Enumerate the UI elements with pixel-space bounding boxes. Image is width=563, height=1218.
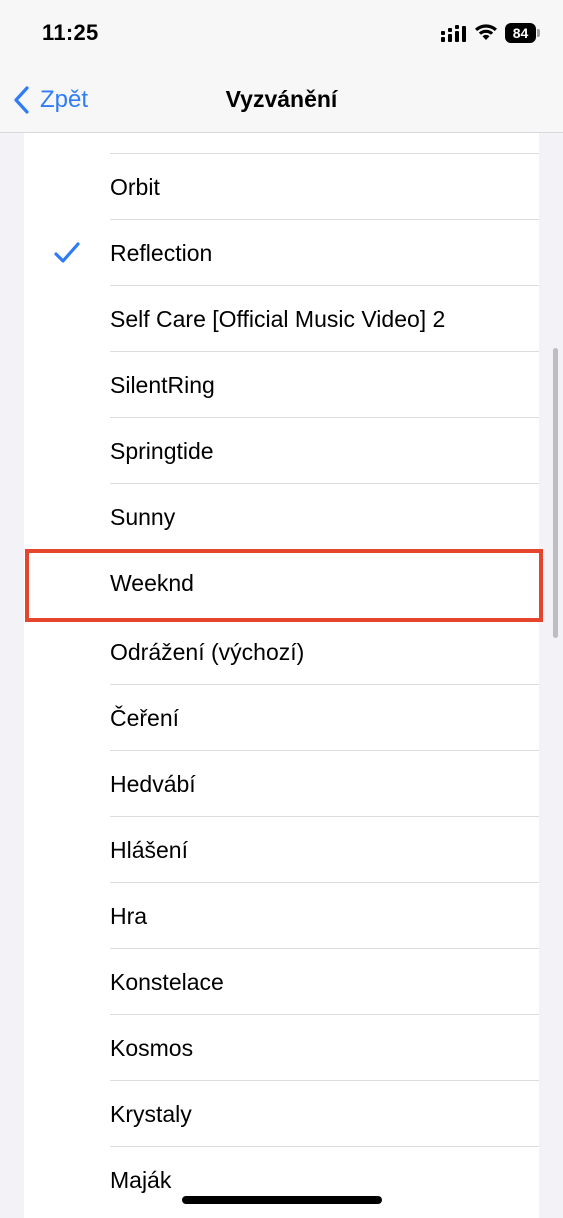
ringtone-label: Hedvábí (110, 771, 196, 797)
ringtone-label: Konstelace (110, 969, 224, 995)
list-item[interactable]: Hlášení (24, 817, 539, 883)
wifi-icon (475, 24, 497, 40)
battery-level: 84 (505, 23, 536, 43)
back-label: Zpět (40, 86, 89, 113)
home-indicator[interactable] (182, 1196, 382, 1204)
list-item[interactable]: Weeknd (24, 550, 539, 616)
ringtone-label: Reflection (110, 240, 213, 266)
list-item[interactable]: SilentRing (24, 352, 539, 418)
list-item[interactable]: Orbit (24, 154, 539, 220)
list-item[interactable]: Hedvábí (24, 751, 539, 817)
ringtone-label: Kosmos (110, 1035, 194, 1061)
ringtone-label: Krystaly (110, 1101, 192, 1127)
chevron-left-icon (14, 86, 29, 114)
scrollbar[interactable] (553, 348, 558, 638)
back-button[interactable]: Zpět (12, 82, 88, 118)
status-bar: 11:25 84 (0, 0, 563, 68)
ringtone-label: Orbit (110, 174, 160, 200)
battery-icon: 84 (505, 23, 541, 43)
list-item[interactable]: Krystaly (24, 1081, 539, 1147)
navigation-bar: Vyzvánění Zpět (0, 68, 563, 133)
list-item[interactable]: Self Care [Official Music Video] 2 (24, 286, 539, 352)
ringtone-label: Hlášení (110, 837, 188, 863)
list-item[interactable]: Kosmos (24, 1015, 539, 1081)
ringtone-label: Self Care [Official Music Video] 2 (110, 306, 446, 332)
list-item[interactable]: Čeření (24, 685, 539, 751)
ringtone-label: Maják (110, 1167, 172, 1193)
ringtone-label: Sunny (110, 504, 176, 530)
list-item[interactable]: Odrážení (výchozí) (24, 619, 539, 685)
list-item[interactable]: Sunny (24, 484, 539, 550)
ringtone-label: SilentRing (110, 372, 215, 398)
ringtone-label: Springtide (110, 438, 214, 464)
battery-tip (537, 29, 540, 37)
signal-icon (441, 25, 466, 42)
list-item[interactable]: Reflection (24, 220, 539, 286)
list-item[interactable]: Springtide (24, 418, 539, 484)
status-time: 11:25 (42, 20, 99, 45)
list-item[interactable]: Hra (24, 883, 539, 949)
ringtone-list: Orbit Reflection Self Care [Official Mus… (24, 133, 539, 1218)
ringtone-label: Odrážení (výchozí) (110, 639, 305, 665)
list-item[interactable]: Konstelace (24, 949, 539, 1015)
ringtone-label: Hra (110, 903, 148, 929)
ringtone-label: Weeknd (110, 570, 194, 596)
ringtone-label: Čeření (110, 705, 180, 731)
checkmark-icon (54, 242, 80, 263)
